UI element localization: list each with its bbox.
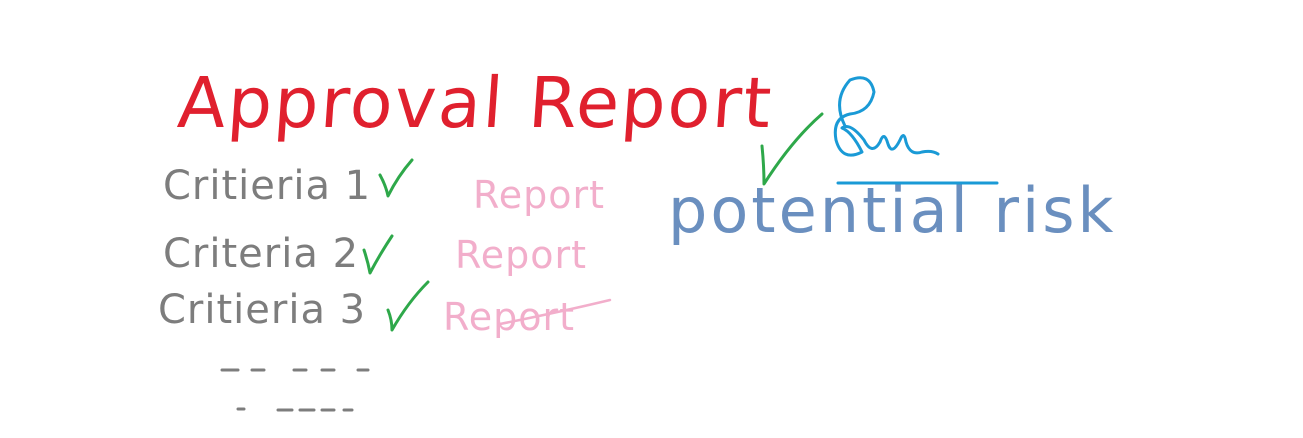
drawing-canvas: Approval Report Critieria 1 Criteria 2 C… [0, 0, 1303, 438]
continuation-dashes [220, 368, 370, 412]
signature-icon [833, 76, 940, 157]
hand-drawn-marks [220, 76, 999, 412]
check-icon [760, 112, 824, 186]
report-underline [498, 298, 612, 326]
check-icon [386, 280, 430, 332]
check-icon [362, 234, 394, 275]
check-icon [378, 158, 414, 198]
